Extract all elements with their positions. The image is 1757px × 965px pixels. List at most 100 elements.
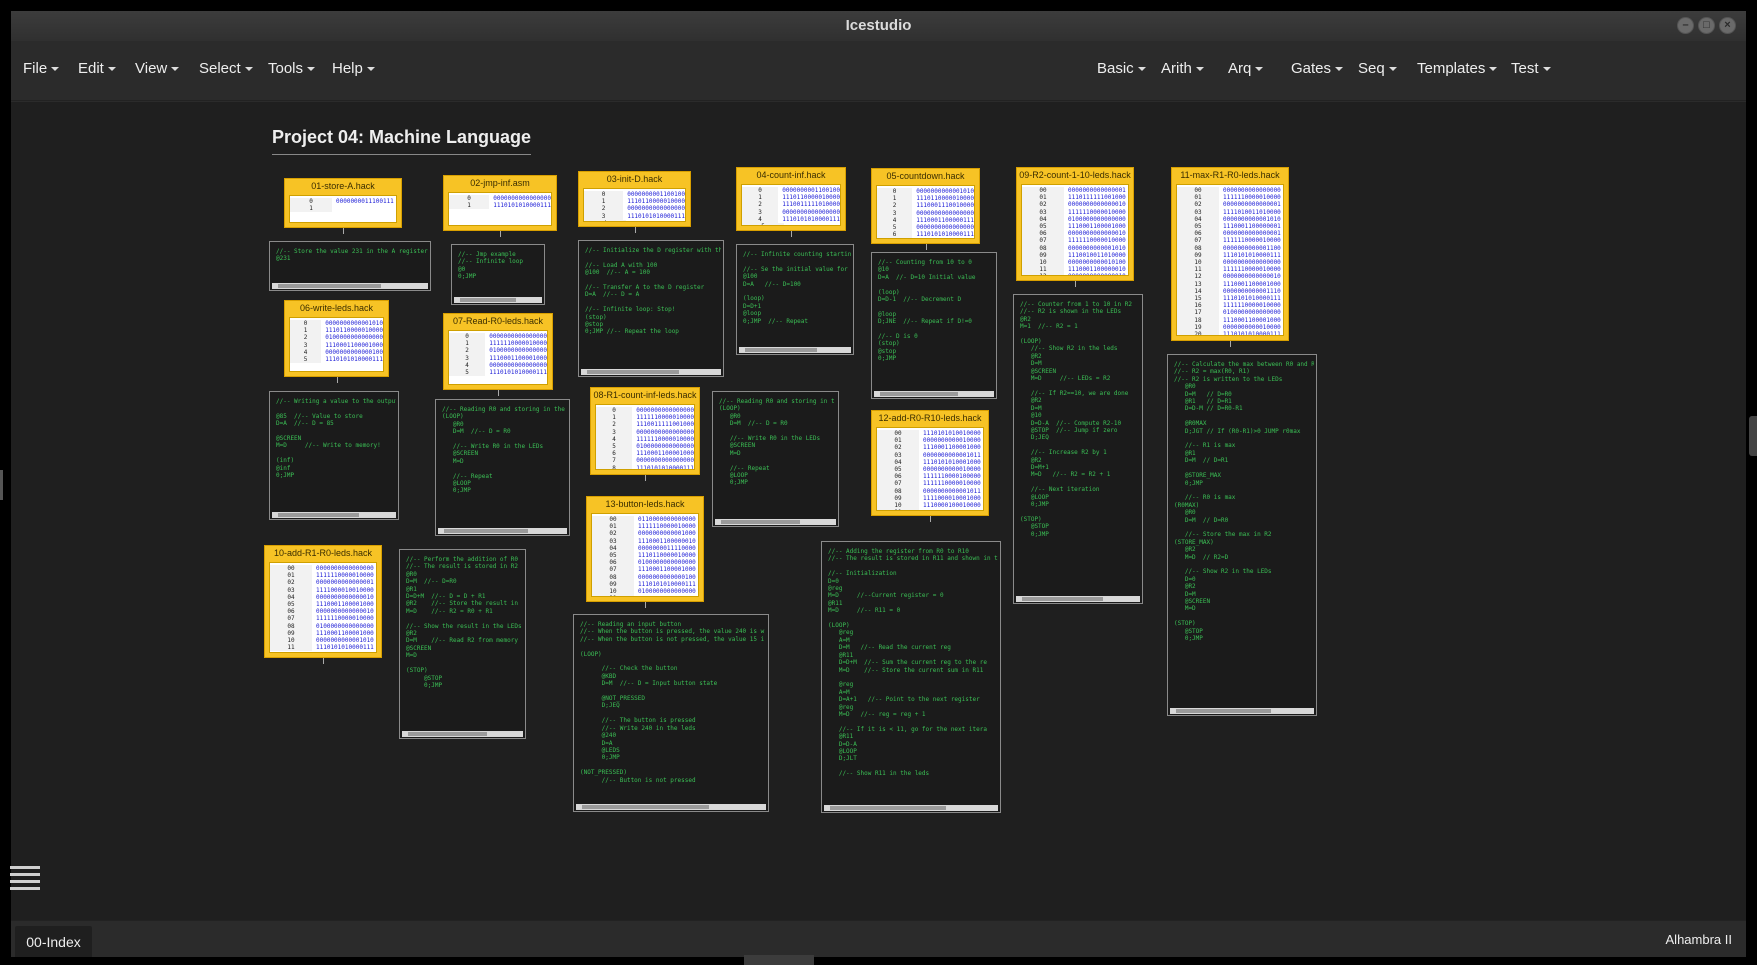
code-block[interactable]: //-- Reading R0 and storing in the (LOOP… <box>435 399 570 536</box>
memory-block[interactable]: 08-R1-count-inf-leds.hack 0 00000000000000… <box>590 387 700 475</box>
code-block[interactable]: //-- Infinite counting starting //-- Se … <box>736 244 854 355</box>
code-text[interactable]: //-- Writing a value to the output @85 /… <box>276 398 396 511</box>
menu-tools[interactable]: Tools <box>268 41 315 101</box>
menu-test[interactable]: Test <box>1511 41 1551 101</box>
horizontal-scrollbar[interactable] <box>402 731 523 737</box>
memory-block[interactable]: 01-store-A.hack 0 0000000011100111 1 <box>284 178 402 228</box>
menu-arq[interactable]: Arq <box>1228 41 1263 101</box>
menu-basic[interactable]: Basic <box>1097 41 1146 101</box>
left-panel-handle[interactable] <box>0 470 3 500</box>
memory-table[interactable]: 00 0000000000000001 01 1110111111001000 02 00… <box>1021 184 1129 276</box>
menu-gates[interactable]: Gates <box>1291 41 1343 101</box>
output-pin[interactable] <box>925 244 927 250</box>
code-block[interactable]: //-- Initialize the D register with the … <box>578 240 724 377</box>
memory-table[interactable]: 00 0000000000000000 01 1111110000010000 02 00… <box>269 562 377 653</box>
memory-table[interactable]: 00 0000000000000000 01 1111110000010000 02 00… <box>1176 184 1284 336</box>
horizontal-scrollbar[interactable] <box>1170 708 1314 714</box>
memory-block[interactable]: 02-jmp-inf.asm 0 0000000000000000 1 11101010… <box>443 175 557 231</box>
menu-hamburger-icon[interactable] <box>10 866 40 892</box>
code-text[interactable]: //-- Counter from 1 to 10 in R2 //-- R2 … <box>1020 301 1140 595</box>
memory-table[interactable]: 00 1110101010010000 01 0000000000010000 02 11… <box>876 427 984 511</box>
code-text[interactable]: //-- Counting from 10 to 0 @10 D=A //- D… <box>878 259 994 390</box>
menu-view[interactable]: View <box>135 41 179 101</box>
horizontal-scrollbar[interactable] <box>438 528 567 534</box>
code-text[interactable]: //-- Infinite counting starting //-- Se … <box>743 251 851 346</box>
memory-block[interactable]: 06-write-leds.hack 0 0000000000001010 1 1110… <box>284 300 389 377</box>
menu-edit[interactable]: Edit <box>78 41 116 101</box>
board-name[interactable]: Alhambra II <box>1666 921 1732 957</box>
memory-block[interactable]: 03-init-D.hack 0 0000000001100100 1 11101100… <box>578 171 691 227</box>
horizontal-scrollbar[interactable] <box>874 391 994 397</box>
code-block[interactable]: //-- Store the value 231 in the A regist… <box>269 241 431 291</box>
menu-templates[interactable]: Templates <box>1417 41 1497 101</box>
memory-table[interactable]: 0 0000000000001010 1 1110110000010000 2 11100… <box>876 185 975 239</box>
menu-select[interactable]: Select <box>199 41 253 101</box>
horizontal-scrollbar[interactable] <box>272 512 396 518</box>
output-pin[interactable] <box>500 231 501 237</box>
close-button[interactable]: × <box>1719 17 1736 34</box>
output-pin[interactable] <box>930 516 931 522</box>
code-text[interactable]: //-- Jmp example //-- Infinite loop @0 0… <box>458 251 542 296</box>
memory-table[interactable]: 0 0000000000000000 1 1111110000010000 2 11100… <box>595 404 695 470</box>
code-block[interactable]: //-- Reading an input button //-- When t… <box>573 614 769 812</box>
horizontal-scrollbar[interactable] <box>739 347 851 353</box>
code-block[interactable]: //-- Perform the addition of R0 //-- The… <box>399 549 526 739</box>
code-block[interactable]: //-- Counting from 10 to 0 @10 D=A //- D… <box>871 252 997 399</box>
horizontal-scrollbar[interactable] <box>824 805 998 811</box>
horizontal-scrollbar[interactable] <box>454 297 542 303</box>
horizontal-scrollbar[interactable] <box>1016 596 1140 602</box>
memory-block[interactable]: 10-add-R1-R0-leds.hack 00 0000000000000000… <box>264 545 382 658</box>
code-text[interactable]: //-- Reading R0 and storing in t (LOOP) … <box>719 398 836 518</box>
code-block[interactable]: //-- Adding the register from R0 to R10 … <box>821 541 1001 813</box>
memory-block[interactable]: 13-button-leds.hack 00 0110000000000000 01 1… <box>586 496 704 602</box>
code-block[interactable]: //-- Writing a value to the output @85 /… <box>269 391 399 520</box>
code-text[interactable]: //-- Reading R0 and storing in the (LOOP… <box>442 406 567 527</box>
menu-file[interactable]: File <box>23 41 59 101</box>
memory-block[interactable]: 11-max-R1-R0-leds.hack 00 0000000000000000… <box>1171 167 1289 341</box>
maximize-button[interactable]: □ <box>1698 17 1715 34</box>
output-pin[interactable] <box>498 390 499 396</box>
memory-block[interactable]: 09-R2-count-1-10-leds.hack 00 000000000000… <box>1016 167 1134 281</box>
memory-table[interactable]: 0 0000000000000000 1 1110101010000111 <box>448 192 552 226</box>
output-pin[interactable] <box>1075 281 1076 287</box>
code-text[interactable]: //-- Adding the register from R0 to R10 … <box>828 548 998 804</box>
memory-block[interactable]: 07-Read-R0-leds.hack 0 0000000000000000 1 11… <box>443 313 553 390</box>
memory-block[interactable]: 05-countdown.hack 0 0000000000001010 1 11101… <box>871 168 980 244</box>
code-text[interactable]: //-- Calculate the max between R0 and R1… <box>1174 361 1314 707</box>
horizontal-scrollbar[interactable] <box>576 804 766 810</box>
code-text[interactable]: //-- Perform the addition of R0 //-- The… <box>406 556 523 730</box>
memory-table[interactable]: 0 0000000011100111 1 <box>289 195 397 223</box>
output-pin[interactable] <box>343 228 344 234</box>
menu-help[interactable]: Help <box>332 41 375 101</box>
output-pin[interactable] <box>1230 341 1231 347</box>
code-text[interactable]: //-- Initialize the D register with the … <box>585 247 721 368</box>
memory-table[interactable]: 0 0000000000000000 1 1111110000010000 2 01000… <box>448 330 548 385</box>
memory-table[interactable]: 0 0000000000001010 1 1110110000010000 2 01000… <box>289 317 384 372</box>
code-block[interactable]: //-- Jmp example //-- Infinite loop @0 0… <box>451 244 545 305</box>
output-pin[interactable] <box>791 231 792 237</box>
horizontal-scrollbar[interactable] <box>272 283 428 289</box>
code-block[interactable]: //-- Reading R0 and storing in t (LOOP) … <box>712 391 839 527</box>
output-pin[interactable] <box>645 602 646 608</box>
minimize-button[interactable]: – <box>1677 17 1694 34</box>
code-block[interactable]: //-- Counter from 1 to 10 in R2 //-- R2 … <box>1013 294 1143 604</box>
code-text[interactable]: //-- Reading an input button //-- When t… <box>580 621 766 803</box>
horizontal-scrollbar[interactable] <box>581 369 721 375</box>
code-text[interactable]: //-- Store the value 231 in the A regist… <box>276 248 428 282</box>
menu-arith[interactable]: Arith <box>1161 41 1204 101</box>
memory-table[interactable]: 0 0000000001100100 1 1110110000010000 2 00000… <box>583 188 686 222</box>
output-pin[interactable] <box>323 658 324 664</box>
memory-block[interactable]: 04-count-inf.hack 0 0000000001100100 1 11101… <box>736 167 846 231</box>
memory-block[interactable]: 12-add-R0-R10-leds.hack 00 111010101001000… <box>871 410 989 516</box>
horizontal-scrollbar[interactable] <box>715 519 836 525</box>
breadcrumb-tab[interactable]: 00-Index <box>15 926 92 957</box>
output-pin[interactable] <box>645 475 646 481</box>
bottom-panel-handle[interactable] <box>744 955 814 965</box>
memory-table[interactable]: 0 0000000001100100 1 1110110000010000 2 11100… <box>741 184 841 226</box>
output-pin[interactable] <box>634 227 636 233</box>
menu-seq[interactable]: Seq <box>1358 41 1397 101</box>
right-panel-handle[interactable] <box>1749 416 1757 456</box>
code-block[interactable]: //-- Calculate the max between R0 and R1… <box>1167 354 1317 716</box>
output-pin[interactable] <box>336 377 338 383</box>
memory-table[interactable]: 00 0110000000000000 01 1111110000010000 02 00… <box>591 513 699 597</box>
